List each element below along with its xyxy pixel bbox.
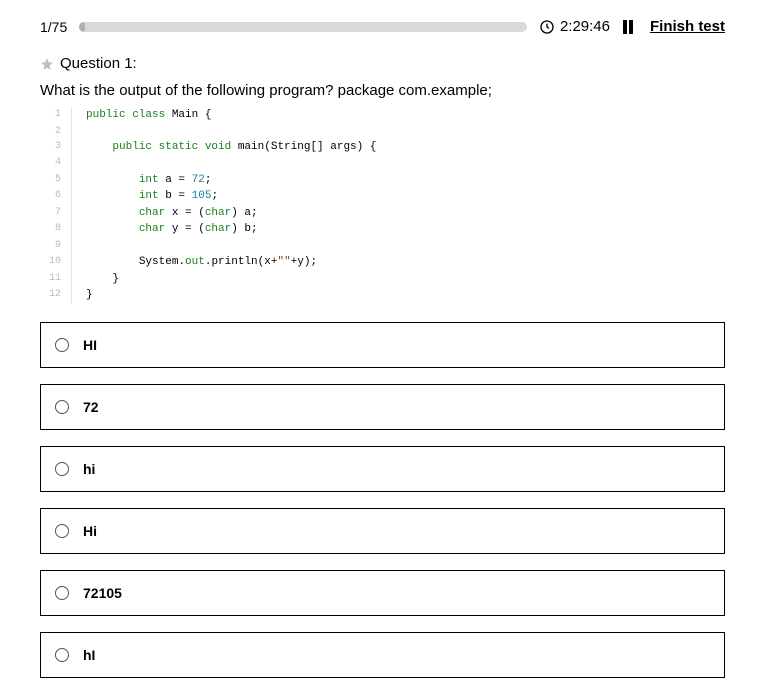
line-number: 9 xyxy=(40,238,72,255)
code-content: char y = (char) b; xyxy=(72,221,258,238)
clock-icon xyxy=(539,19,555,35)
progress-fill xyxy=(79,22,85,32)
option-label: 72 xyxy=(83,399,99,415)
code-line: 8 char y = (char) b; xyxy=(40,221,725,238)
question-prompt: What is the output of the following prog… xyxy=(40,80,725,101)
code-line: 12} xyxy=(40,287,725,304)
code-line: 5 int a = 72; xyxy=(40,172,725,189)
code-content: char x = (char) a; xyxy=(72,205,258,222)
pause-icon[interactable] xyxy=(622,20,634,34)
radio-icon xyxy=(55,648,69,662)
answer-option-0[interactable]: HI xyxy=(40,322,725,368)
code-content: int a = 72; xyxy=(72,172,211,189)
code-line: 9 xyxy=(40,238,725,255)
line-number: 10 xyxy=(40,254,72,271)
answer-option-1[interactable]: 72 xyxy=(40,384,725,430)
code-content: public static void main(String[] args) { xyxy=(72,139,376,156)
code-content: System.out.println(x+""+y); xyxy=(72,254,317,271)
answer-option-2[interactable]: hi xyxy=(40,446,725,492)
timer: 2:29:46 xyxy=(539,18,610,35)
finish-test-link[interactable]: Finish test xyxy=(650,18,725,35)
progress-bar xyxy=(79,22,527,32)
question-header: Question 1: xyxy=(40,55,725,72)
code-content: } xyxy=(72,287,93,304)
top-bar: 1/75 2:29:46 Finish test xyxy=(40,18,725,35)
code-line: 6 int b = 105; xyxy=(40,188,725,205)
answer-option-3[interactable]: Hi xyxy=(40,508,725,554)
option-label: Hi xyxy=(83,523,97,539)
code-line: 7 char x = (char) a; xyxy=(40,205,725,222)
line-number: 12 xyxy=(40,287,72,304)
radio-icon xyxy=(55,400,69,414)
code-line: 11 } xyxy=(40,271,725,288)
star-icon[interactable] xyxy=(40,57,54,71)
line-number: 7 xyxy=(40,205,72,222)
question-number: Question 1: xyxy=(60,55,137,72)
code-content: public class Main { xyxy=(72,107,211,124)
code-line: 4 xyxy=(40,155,725,172)
code-line: 3 public static void main(String[] args)… xyxy=(40,139,725,156)
line-number: 6 xyxy=(40,188,72,205)
line-number: 8 xyxy=(40,221,72,238)
line-number: 11 xyxy=(40,271,72,288)
code-line: 2 xyxy=(40,124,725,139)
line-number: 4 xyxy=(40,155,72,172)
answer-options: HI 72 hi Hi 72105 hI xyxy=(40,322,725,678)
radio-icon xyxy=(55,462,69,476)
code-line: 1public class Main { xyxy=(40,107,725,124)
code-content xyxy=(72,155,112,172)
radio-icon xyxy=(55,586,69,600)
code-line: 10 System.out.println(x+""+y); xyxy=(40,254,725,271)
answer-option-4[interactable]: 72105 xyxy=(40,570,725,616)
answer-option-5[interactable]: hI xyxy=(40,632,725,678)
option-label: 72105 xyxy=(83,585,122,601)
option-label: HI xyxy=(83,337,97,353)
timer-value: 2:29:46 xyxy=(560,18,610,35)
line-number: 1 xyxy=(40,107,72,124)
progress-counter: 1/75 xyxy=(40,19,67,35)
line-number: 5 xyxy=(40,172,72,189)
code-content: int b = 105; xyxy=(72,188,218,205)
line-number: 3 xyxy=(40,139,72,156)
code-content: } xyxy=(72,271,119,288)
radio-icon xyxy=(55,524,69,538)
radio-icon xyxy=(55,338,69,352)
option-label: hI xyxy=(83,647,95,663)
code-content xyxy=(72,124,86,139)
code-block: 1public class Main {23 public static voi… xyxy=(40,107,725,304)
code-content xyxy=(72,238,139,255)
line-number: 2 xyxy=(40,124,72,139)
option-label: hi xyxy=(83,461,95,477)
